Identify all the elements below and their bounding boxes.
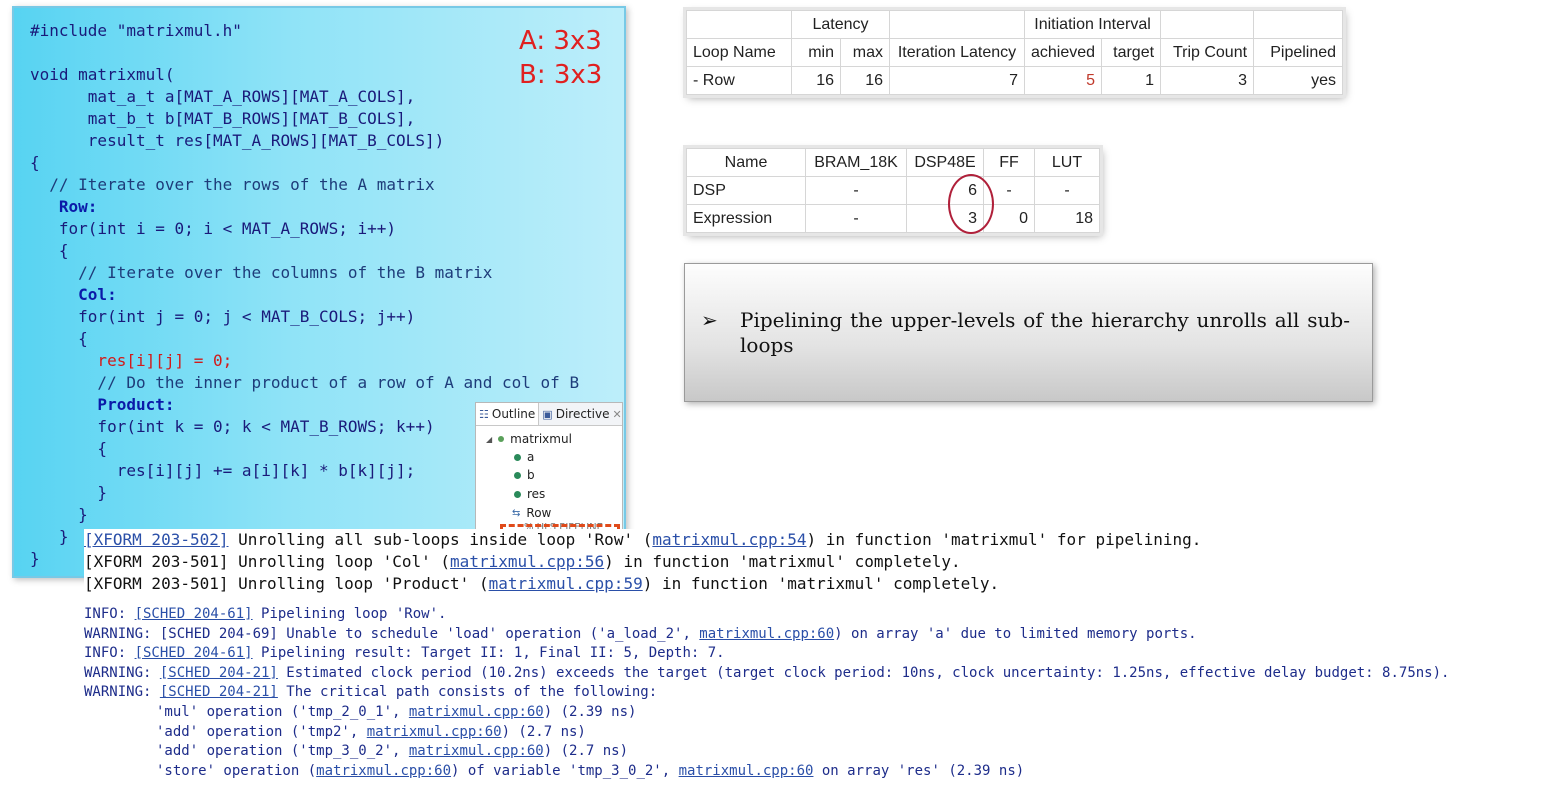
xform-log: [XFORM 203-502] Unrolling all sub-loops … <box>84 529 1202 595</box>
log-link[interactable]: [XFORM 203-502] <box>84 530 229 549</box>
log-line: WARNING: [SCHED 204-69] Unable to schedu… <box>84 625 1197 642</box>
table-row: DSP - 6 - - <box>686 176 1100 205</box>
source-link[interactable]: matrixmul.cpp:60 <box>699 626 834 642</box>
code-line: Row: <box>30 197 98 216</box>
log-line: 'add' operation ('tmp_3_0_2', matrixmul.… <box>156 743 629 760</box>
bullet-arrow-icon: ➢ <box>701 308 718 332</box>
code-line: { <box>30 439 108 458</box>
table-header: Name BRAM_18K DSP48E FF LUT <box>686 148 1100 177</box>
tree-node-row[interactable]: ⇆ Row <box>512 506 551 520</box>
log-line: INFO: [SCHED 204-61] Pipelining result: … <box>84 645 725 662</box>
outline-icon: ☷ <box>479 407 489 421</box>
source-link[interactable]: matrixmul.cpp:60 <box>367 724 502 740</box>
latency-table: Latency Initiation Interval Loop Name mi… <box>686 10 1344 95</box>
source-link[interactable]: matrixmul.cpp:54 <box>652 530 806 549</box>
code-line: Product: <box>30 395 175 414</box>
function-icon <box>498 436 505 442</box>
resource-table: Name BRAM_18K DSP48E FF LUT DSP - 6 - - … <box>686 148 1100 233</box>
log-link[interactable]: [SCHED 204-21] <box>160 684 278 700</box>
log-line: INFO: [SCHED 204-61] Pipelining loop 'Ro… <box>84 606 447 622</box>
code-line: mat_b_t b[MAT_B_ROWS][MAT_B_COLS], <box>30 109 416 128</box>
size-a: A: 3x3 <box>519 26 602 56</box>
source-link[interactable]: matrixmul.cpp:60 <box>679 763 814 779</box>
table-row: - Row 16 16 7 5 1 3 yes <box>686 66 1344 95</box>
table-header: Loop Name min max Iteration Latency achi… <box>686 38 1344 67</box>
code-line: mat_a_t a[MAT_A_ROWS][MAT_A_COLS], <box>30 87 416 106</box>
header-initiation-interval: Initiation Interval <box>1023 10 1162 39</box>
code-line: // Do the inner product of a row of A an… <box>30 373 580 392</box>
log-link[interactable]: [SCHED 204-61] <box>135 606 253 622</box>
code-line: } <box>30 483 108 502</box>
scheduler-log: INFO: [SCHED 204-61] Pipelining loop 'Ro… <box>84 605 1449 781</box>
code-line: // Iterate over the columns of the B mat… <box>30 263 493 282</box>
variable-icon <box>514 453 521 461</box>
code-line: } <box>30 505 88 524</box>
code-line: { <box>30 241 69 260</box>
tree-node-a[interactable]: a <box>514 450 534 464</box>
matrix-size-label: A: 3x3 B: 3x3 <box>519 24 602 92</box>
note-box: ➢ Pipelining the upper-levels of the hie… <box>684 263 1373 402</box>
outline-panel: ☷ Outline ▣ Directive ✕ ◢ matrixmul a b … <box>475 402 623 530</box>
log-line: [XFORM 203-501] Unrolling loop 'Col' (ma… <box>84 551 1202 573</box>
variable-icon <box>514 471 521 479</box>
directive-icon: ▣ <box>542 407 553 421</box>
code-line: for(int k = 0; k < MAT_B_ROWS; k++) <box>30 417 435 436</box>
code-line: #include "matrixmul.h" <box>30 21 242 40</box>
code-line: res[i][j] += a[i][k] * b[k][j]; <box>30 461 416 480</box>
source-link[interactable]: matrixmul.cpp:60 <box>409 704 544 720</box>
loop-icon: ⇆ <box>512 507 521 519</box>
size-b: B: 3x3 <box>519 60 603 90</box>
tab-outline[interactable]: ☷ Outline <box>476 403 540 425</box>
code-line: result_t res[MAT_A_ROWS][MAT_B_COLS]) <box>30 131 445 150</box>
source-link[interactable]: matrixmul.cpp:60 <box>316 763 451 779</box>
code-line: { <box>30 153 40 172</box>
dsp-highlight-circle <box>948 174 994 234</box>
log-line: 'store' operation (matrixmul.cpp:60) of … <box>156 762 1025 779</box>
note-text: Pipelining the upper-levels of the hiera… <box>740 308 1350 357</box>
log-line: 'add' operation ('tmp2', matrixmul.cpp:6… <box>156 723 586 740</box>
code-line: res[i][j] = 0; <box>30 351 233 370</box>
code-line: for(int j = 0; j < MAT_B_COLS; j++) <box>30 307 416 326</box>
code-line: // Iterate over the rows of the A matrix <box>30 175 435 194</box>
tree-node-matrixmul[interactable]: ◢ matrixmul <box>486 432 572 446</box>
header-latency: Latency <box>791 10 890 39</box>
log-link[interactable]: [SCHED 204-21] <box>160 665 278 681</box>
source-link[interactable]: matrixmul.cpp:60 <box>409 743 544 759</box>
code-line: { <box>30 329 88 348</box>
code-line: Col: <box>30 285 117 304</box>
tree-node-res[interactable]: res <box>514 487 545 501</box>
table-header-group: Latency Initiation Interval <box>686 10 1344 39</box>
code-line: void matrixmul( <box>30 65 175 84</box>
close-icon[interactable]: ✕ <box>612 408 621 421</box>
log-link[interactable]: [SCHED 204-61] <box>135 645 253 661</box>
code-line: } <box>30 549 40 568</box>
expand-icon[interactable]: ◢ <box>486 435 492 444</box>
log-line: [XFORM 203-501] Unrolling loop 'Product'… <box>84 573 1202 595</box>
variable-icon <box>514 490 521 498</box>
tab-directive[interactable]: ▣ Directive ✕ <box>539 407 622 421</box>
source-link[interactable]: matrixmul.cpp:59 <box>489 574 643 593</box>
outline-tabs: ☷ Outline ▣ Directive ✕ <box>476 403 622 426</box>
source-link[interactable]: matrixmul.cpp:56 <box>450 552 604 571</box>
log-line: [XFORM 203-502] Unrolling all sub-loops … <box>84 529 1202 551</box>
code-line: } <box>30 527 69 546</box>
table-row: Expression - 3 0 18 <box>686 204 1100 233</box>
log-line: WARNING: [SCHED 204-21] Estimated clock … <box>84 664 1450 681</box>
tree-node-b[interactable]: b <box>514 468 535 482</box>
log-line: 'mul' operation ('tmp_2_0_1', matrixmul.… <box>156 703 637 720</box>
code-line: for(int i = 0; i < MAT_A_ROWS; i++) <box>30 219 397 238</box>
log-line: WARNING: [SCHED 204-21] The critical pat… <box>84 684 658 701</box>
